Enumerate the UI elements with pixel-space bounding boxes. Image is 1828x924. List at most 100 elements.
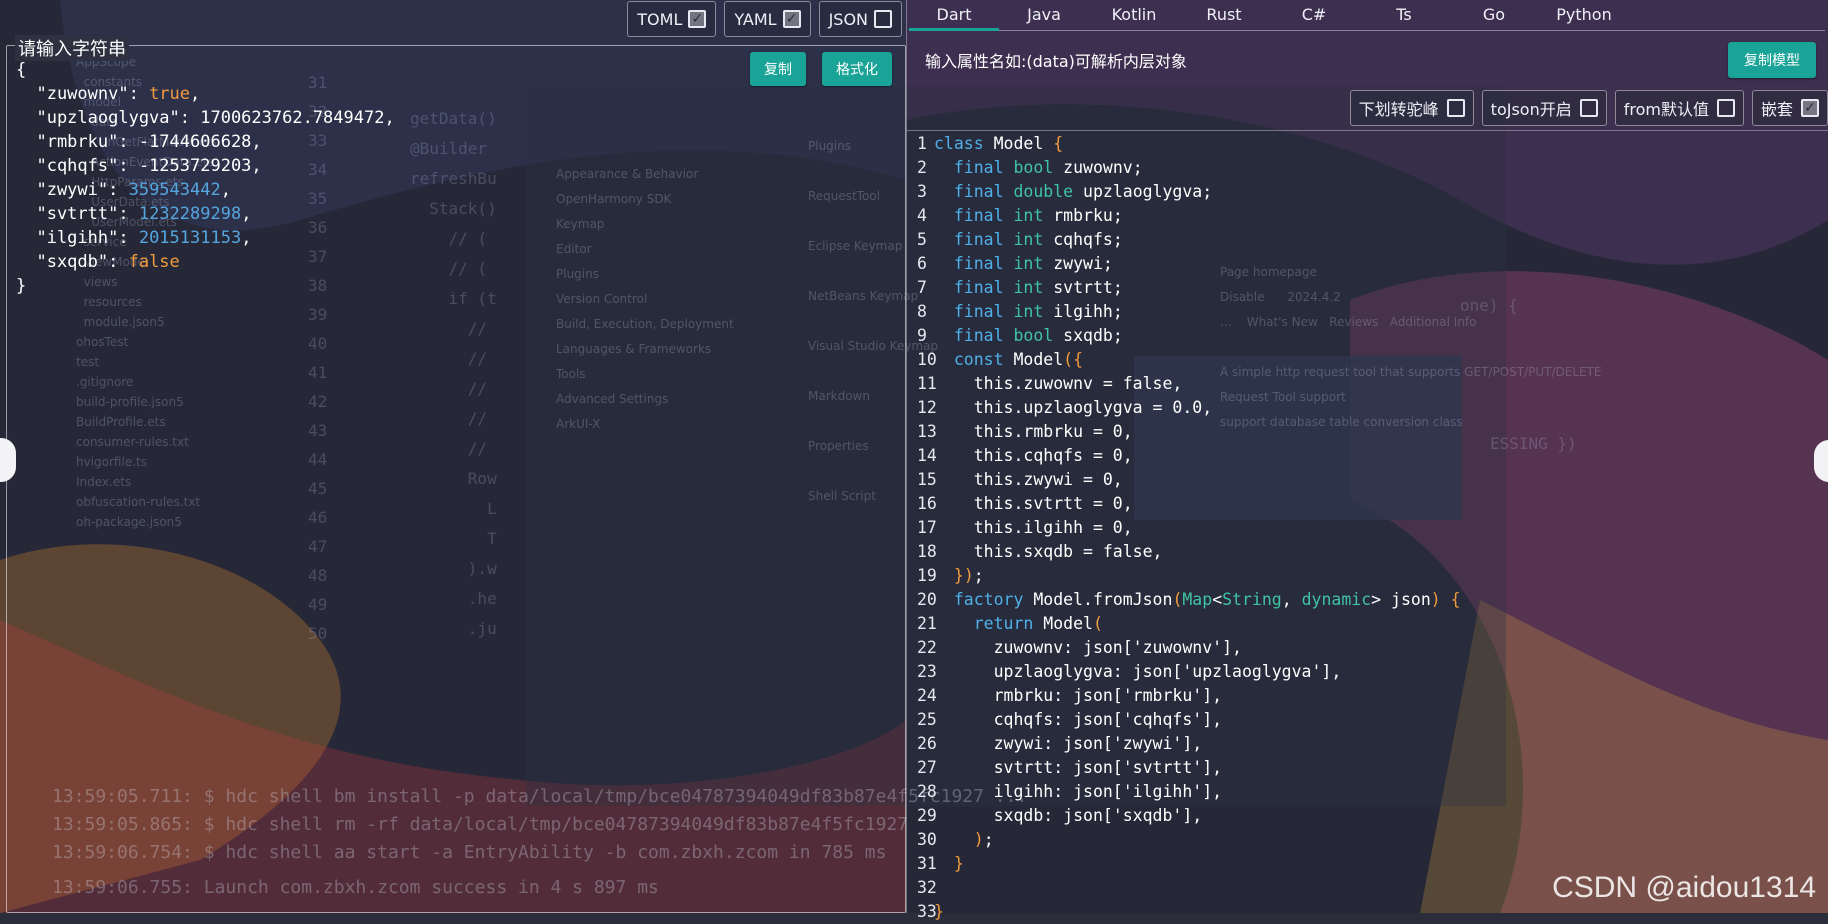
line-number: 33	[917, 902, 937, 921]
tab-go[interactable]: Go	[1449, 0, 1539, 30]
line-number: 14	[917, 446, 937, 465]
json-input-textarea[interactable]: { "zuwownv": true, "upzlaoglygva": 17006…	[16, 58, 395, 298]
line-number: 28	[917, 782, 937, 801]
line-number: 4	[917, 206, 927, 225]
checkbox-unchecked-icon[interactable]	[1716, 99, 1735, 117]
line-number: 3	[917, 182, 927, 201]
checkbox-checked-icon[interactable]: ✓	[1801, 99, 1819, 117]
json-line: "ilgihh": 2015131153,	[16, 228, 252, 248]
code-text: zuwownv: json['zuwownv'],	[934, 638, 1242, 657]
code-line: 17 this.ilgihh = 0,	[907, 516, 1828, 540]
tab-python[interactable]: Python	[1539, 0, 1629, 30]
line-number: 23	[917, 662, 937, 681]
line-number: 1	[917, 134, 927, 153]
line-number: 10	[917, 350, 937, 369]
code-text: cqhqfs: json['cqhqfs'],	[934, 710, 1223, 729]
code-text: this.rmbrku = 0,	[934, 422, 1133, 441]
code-text: final int ilgihh;	[953, 302, 1123, 321]
option-toggle[interactable]: 嵌套 ✓	[1751, 90, 1828, 126]
json-label: JSON	[828, 9, 868, 29]
option-toggle[interactable]: 下划转驼峰	[1349, 90, 1474, 126]
tab-dart[interactable]: Dart	[909, 0, 999, 31]
copy-button[interactable]: 复制	[750, 52, 806, 86]
json-toggle[interactable]: JSON	[818, 1, 902, 37]
code-line: 22 zuwownv: json['zuwownv'],	[907, 636, 1828, 660]
code-line: 21 return Model(	[907, 612, 1828, 636]
language-tabs: Dart Java Kotlin Rust C# Ts Go Python	[909, 0, 1825, 31]
code-line: 12 this.upzlaoglygva = 0.0,	[907, 396, 1828, 420]
line-number: 26	[917, 734, 937, 753]
code-text: rmbrku: json['rmbrku'],	[934, 686, 1223, 705]
code-text: });	[953, 566, 984, 585]
line-number: 22	[917, 638, 937, 657]
checkbox-unchecked-icon[interactable]	[874, 10, 892, 28]
output-panel: Dart Java Kotlin Rust C# Ts Go Python 输入属性名如:(d…	[907, 0, 1828, 921]
code-text: this.sxqdb = false,	[934, 542, 1163, 561]
code-line: 4 final int rmbrku;	[907, 204, 1828, 228]
input-panel: TOML ✓ YAML ✓ JSON 请输入字符串 复制 格式化 { "zuwo…	[0, 0, 907, 913]
json-line: "upzlaoglygva": 1700623762.7849472,	[16, 108, 395, 128]
code-line: 25 cqhqfs: json['cqhqfs'],	[907, 708, 1828, 732]
code-line: 1 class Model {	[907, 132, 1828, 156]
checkbox-unchecked-icon[interactable]	[1579, 99, 1598, 117]
code-text: sxqdb: json['sxqdb'],	[934, 806, 1203, 825]
code-line: 26 zwywi: json['zwywi'],	[907, 732, 1828, 756]
line-number: 9	[917, 326, 927, 345]
toml-toggle[interactable]: TOML ✓	[627, 1, 717, 37]
generated-code-view[interactable]: 1 class Model {2 final bool zuwownv; 3 fin…	[907, 130, 1828, 921]
code-line: 13 this.rmbrku = 0,	[907, 420, 1828, 444]
code-line: 6 final int zwywi;	[907, 252, 1828, 276]
tab-rust[interactable]: Rust	[1179, 0, 1269, 30]
line-number: 12	[917, 398, 937, 417]
attribute-path-input[interactable]: 输入属性名如:(data)可解析内层对象	[917, 44, 1615, 80]
yaml-toggle[interactable]: YAML ✓	[724, 1, 811, 37]
code-text: const Model({	[953, 350, 1084, 369]
code-text: factory Model.fromJson(Map<String, dynam…	[953, 590, 1461, 609]
format-tabs: TOML ✓ YAML ✓ JSON	[627, 1, 902, 37]
checkbox-checked-icon[interactable]: ✓	[782, 10, 801, 28]
code-line: 8 final int ilgihh;	[907, 300, 1828, 324]
code-text: upzlaoglygva: json['upzlaoglygva'],	[934, 662, 1342, 681]
line-number: 21	[917, 614, 937, 633]
code-text: }	[953, 854, 964, 873]
right-scroll-handle[interactable]	[1814, 440, 1828, 482]
line-number: 15	[917, 470, 937, 489]
option-toggle[interactable]: from默认值	[1614, 90, 1744, 126]
code-line: 28 ilgihh: json['ilgihh'],	[907, 780, 1828, 804]
json-line: "svtrtt": 1232289298,	[16, 204, 252, 224]
code-text: }	[934, 902, 944, 921]
checkbox-unchecked-icon[interactable]	[1446, 99, 1465, 117]
code-line: 19 });	[907, 564, 1828, 588]
tab-java[interactable]: Java	[999, 0, 1089, 30]
code-line: 14 this.cqhqfs = 0,	[907, 444, 1828, 468]
line-number: 32	[917, 878, 937, 897]
line-number: 17	[917, 518, 937, 537]
code-text: final bool sxqdb;	[953, 326, 1123, 345]
format-button[interactable]: 格式化	[822, 52, 892, 86]
checkbox-checked-icon[interactable]: ✓	[688, 10, 707, 28]
code-line: 16 this.svtrtt = 0,	[907, 492, 1828, 516]
toml-label: TOML	[637, 9, 683, 29]
code-text: svtrtt: json['svtrtt'],	[934, 758, 1223, 777]
copy-model-button[interactable]: 复制模型	[1728, 42, 1816, 78]
tab-ts[interactable]: Ts	[1359, 0, 1449, 30]
line-number: 30	[917, 830, 937, 849]
line-number: 5	[917, 230, 927, 249]
tab-csharp[interactable]: C#	[1269, 0, 1359, 30]
code-text: ilgihh: json['ilgihh'],	[934, 782, 1223, 801]
line-number: 29	[917, 806, 937, 825]
tab-kotlin[interactable]: Kotlin	[1089, 0, 1179, 30]
code-text: this.ilgihh = 0,	[934, 518, 1133, 537]
line-number: 19	[917, 566, 937, 585]
option-toggle[interactable]: toJson开启	[1481, 90, 1607, 126]
option-label: toJson开启	[1490, 100, 1572, 119]
code-line: 2 final bool zuwownv;	[907, 156, 1828, 180]
line-number: 27	[917, 758, 937, 777]
line-number: 24	[917, 686, 937, 705]
option-label: from默认值	[1623, 100, 1709, 119]
yaml-label: YAML	[734, 9, 777, 29]
code-line: 11 this.zuwownv = false,	[907, 372, 1828, 396]
line-number: 18	[917, 542, 937, 561]
line-number: 7	[917, 278, 927, 297]
code-line: 29 sxqdb: json['sxqdb'],	[907, 804, 1828, 828]
